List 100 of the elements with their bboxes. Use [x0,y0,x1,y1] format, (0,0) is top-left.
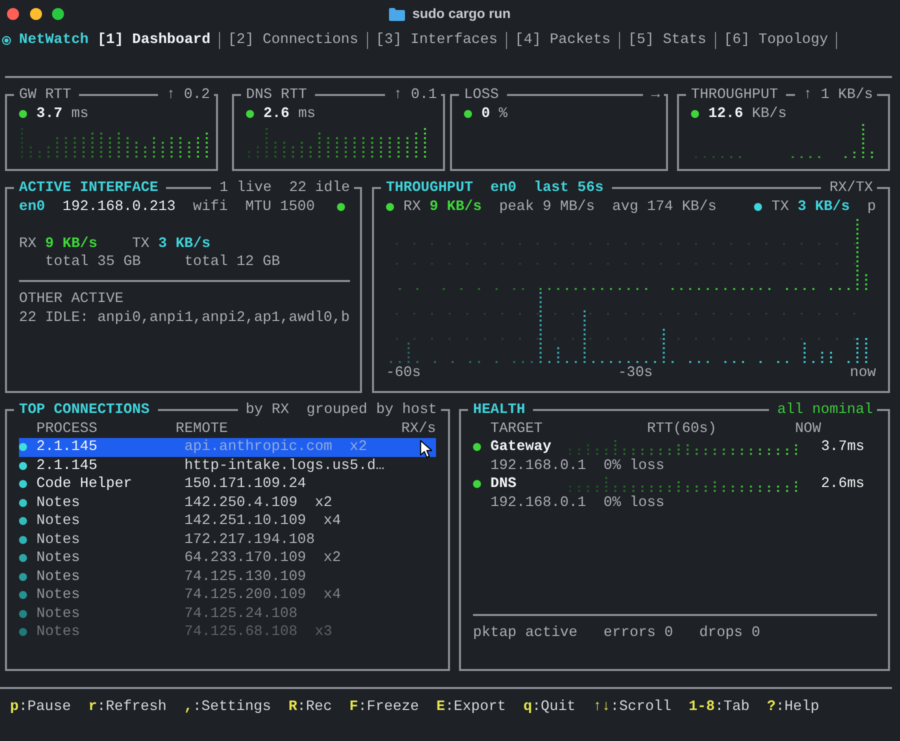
shortcut-hint: E:Export [436,698,506,716]
interface-name: en0 [19,198,46,216]
metric-value: 2.6 [263,104,290,124]
tab[interactable]: [2] Connections [228,30,358,50]
rtt-value: 2.6ms [820,475,864,494]
connection-row[interactable]: 2.1.145 http-intake.logs.us5.d… [19,456,436,475]
mode-label: RX/TX [829,178,873,198]
shortcut-hint: 1-8:Tab [688,698,750,716]
connection-row[interactable]: Notes 172.217.194.108 [19,530,436,549]
connection-row[interactable]: 2.1.145 api.anthropic.com x2 [19,438,436,456]
app-name: NetWatch [19,30,89,50]
process-name: Notes [36,550,80,566]
trend-value: ↑ 0.2 [166,86,210,104]
time-window-label: last 56s [534,178,604,198]
column-header: TARGET [490,420,543,438]
mtu-label: MTU 1500 [245,198,315,216]
unit-label: ms [298,104,316,124]
connection-row[interactable]: Notes 64.233.170.109 x2 [19,549,436,568]
trend-value: ↑ 1 KB/s [803,86,873,104]
shortcut-hint: ,:Settings [184,698,272,716]
connection-row[interactable]: Notes 142.251.10.109 x4 [19,512,436,530]
unit-label: % [498,104,508,124]
target-name: DNS [490,476,516,492]
connection-count: x2 [314,494,332,512]
process-name: Notes [36,587,80,603]
tab[interactable]: [3] Interfaces [376,30,498,50]
column-header: RX/s [401,420,436,438]
connection-count: x4 [324,512,341,530]
ring-dot-icon [2,36,11,44]
mouse-pointer-icon [420,440,432,458]
unit-label: ms [71,104,89,124]
axis-label: -60s [386,364,421,382]
metric-value: 0 [481,104,490,124]
rate-value: 9 KB/s [429,198,482,216]
remote-host: 150.171.109.24 [184,475,306,494]
window-title: sudo cargo run [412,4,511,23]
process-name: Notes [36,494,80,510]
rx-rate: 9 KB/s [45,234,98,253]
interface-name: en0 [490,178,517,198]
sort-label: by RX [246,400,290,420]
column-header: PROCESS [36,420,98,438]
remote-host: 64.233.170.109 [184,549,306,568]
process-name: 2.1.145 [36,439,98,455]
tab[interactable]: [5] Stats [628,30,706,50]
axis-label: -30s [618,364,653,382]
shortcut-hint: ↑↓:Scroll [593,698,672,716]
connection-type: wifi [193,198,228,216]
tx-rate: 3 KB/s [158,234,210,253]
trend-value: → [651,86,660,104]
target-name: Gateway [490,439,552,455]
column-header: REMOTE [176,420,228,438]
connection-row[interactable]: Notes 74.125.24.108 [19,604,436,623]
process-name: Notes [36,624,80,640]
shortcut-hint: R:Rec [288,698,332,716]
panel-title: THROUGHPUT [386,178,474,198]
column-header: RTT(60s) [647,420,717,438]
remote-host: 172.217.194.108 [184,530,315,549]
remote-host: 142.250.4.109 [184,494,298,512]
connection-row[interactable]: Notes 142.250.4.109 x2 [19,494,436,512]
connection-count: x2 [350,438,368,456]
section-heading: OTHER ACTIVE [19,290,124,308]
tab[interactable]: [6] Topology [724,30,828,50]
connection-count: x3 [314,623,332,642]
stat-label: peak 9 MB/s [499,198,595,216]
rtt-value: 3.7ms [820,438,864,456]
panel-title: THROUGHPUT [691,86,778,104]
panel-title: GW RTT [19,86,72,104]
total-label: total 12 GB [184,253,280,272]
tab[interactable]: [4] Packets [514,30,611,50]
connection-row[interactable]: Notes 74.125.130.109 [19,568,436,586]
stat-label: p [867,198,876,216]
shortcut-hint: q:Quit [523,698,576,716]
column-header: NOW [794,420,822,438]
remote-host: 74.125.68.108 [184,623,298,642]
zoom-button[interactable] [52,8,64,20]
remote-host: api.anthropic.com [184,438,332,456]
connection-row[interactable]: Code Helper 150.171.109.24 [19,475,436,494]
loss-label: 0% loss [604,494,664,512]
tab[interactable]: [1] Dashboard [97,30,210,50]
panel-title: LOSS [464,86,499,104]
unit-label: KB/s [752,104,787,124]
close-button[interactable] [7,8,19,20]
count-label: 1 live [219,178,272,198]
connection-row[interactable]: Notes 74.125.200.109 x4 [19,586,436,604]
panel-title: DNS RTT [246,86,307,104]
axis-label: now [850,364,876,382]
minimize-button[interactable] [30,8,42,20]
metric-value: 12.6 [708,104,744,124]
trend-value: ↑ 0.1 [393,86,437,104]
connection-count: x2 [324,549,341,568]
panel-title: HEALTH [473,400,526,420]
remote-host: 74.125.24.108 [184,604,298,623]
capture-status-label: pktap active [473,624,578,642]
remote-host: 74.125.130.109 [184,568,306,586]
grouping-label: grouped by host [306,400,437,420]
target-address: 192.168.0.1 [490,456,586,475]
shortcut-hint: ?:Help [767,698,820,716]
process-name: 2.1.145 [36,458,98,474]
folder-icon [389,8,406,20]
capture-status-label: errors 0 [604,624,674,642]
